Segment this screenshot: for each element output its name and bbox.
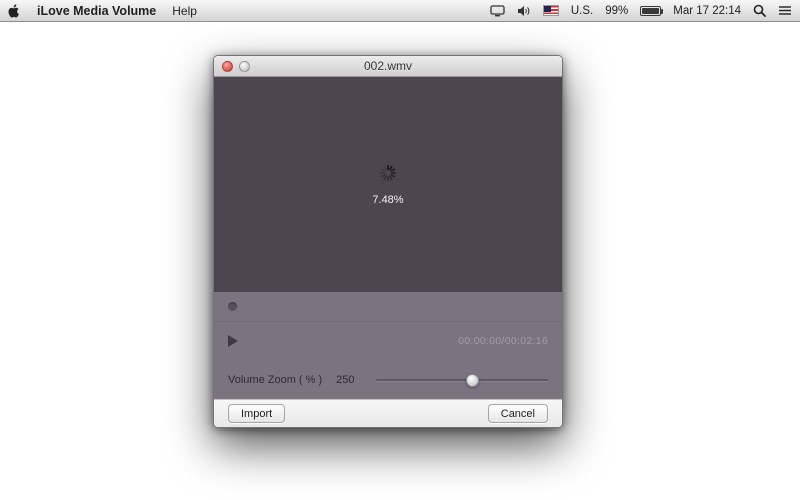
controls-panel: 00:00:00/00:02:16 Volume Zoom ( % ) 250: [214, 292, 562, 399]
menu-bar: iLove Media Volume Help U.S. 99% Mar 17 …: [0, 0, 800, 22]
slider-thumb[interactable]: [465, 373, 479, 387]
menu-clock[interactable]: Mar 17 22:14: [673, 5, 741, 17]
desktop-wallpaper: iLove Media Volume Help U.S. 99% Mar 17 …: [0, 0, 800, 500]
window-titlebar[interactable]: 002.wmv: [214, 56, 562, 77]
window-title: 002.wmv: [363, 59, 413, 73]
marker-dot-icon[interactable]: [228, 302, 237, 311]
slider-track[interactable]: [376, 379, 548, 381]
volume-zoom-value: 250: [336, 373, 355, 386]
us-flag-icon[interactable]: [542, 5, 559, 16]
menu-help[interactable]: Help: [172, 4, 197, 18]
cancel-button[interactable]: Cancel: [487, 404, 548, 423]
battery-percent: 99%: [605, 4, 629, 17]
window-footer: Import Cancel: [214, 399, 562, 427]
loading-spinner-icon: [379, 164, 397, 181]
waveform-row: [214, 292, 562, 322]
volume-zoom-slider[interactable]: [376, 373, 548, 387]
display-icon[interactable]: [490, 4, 505, 17]
video-preview-area: 7.48%: [214, 77, 562, 292]
battery-icon[interactable]: [640, 5, 664, 16]
play-button[interactable]: [228, 335, 238, 347]
notification-center-icon[interactable]: [778, 5, 792, 16]
conversion-progress: 7.48%: [372, 193, 404, 206]
input-source-label[interactable]: U.S.: [571, 5, 593, 17]
playback-row: 00:00:00/00:02:16: [214, 322, 562, 360]
volume-zoom-row: Volume Zoom ( % ) 250: [214, 360, 562, 399]
time-display: 00:00:00/00:02:16: [458, 335, 548, 347]
minimize-button[interactable]: [239, 60, 250, 72]
import-button[interactable]: Import: [228, 404, 286, 423]
app-window: 002.wmv 7.48% 00:00:00/00:02:16 Volume Z…: [213, 55, 563, 428]
volume-zoom-label: Volume Zoom ( % ): [228, 373, 323, 386]
volume-icon[interactable]: [517, 5, 531, 17]
menu-app-name[interactable]: iLove Media Volume: [37, 4, 156, 18]
spotlight-icon[interactable]: [753, 4, 766, 17]
apple-menu[interactable]: [8, 3, 21, 18]
close-button[interactable]: [222, 60, 233, 72]
apple-logo-icon: [8, 3, 19, 17]
